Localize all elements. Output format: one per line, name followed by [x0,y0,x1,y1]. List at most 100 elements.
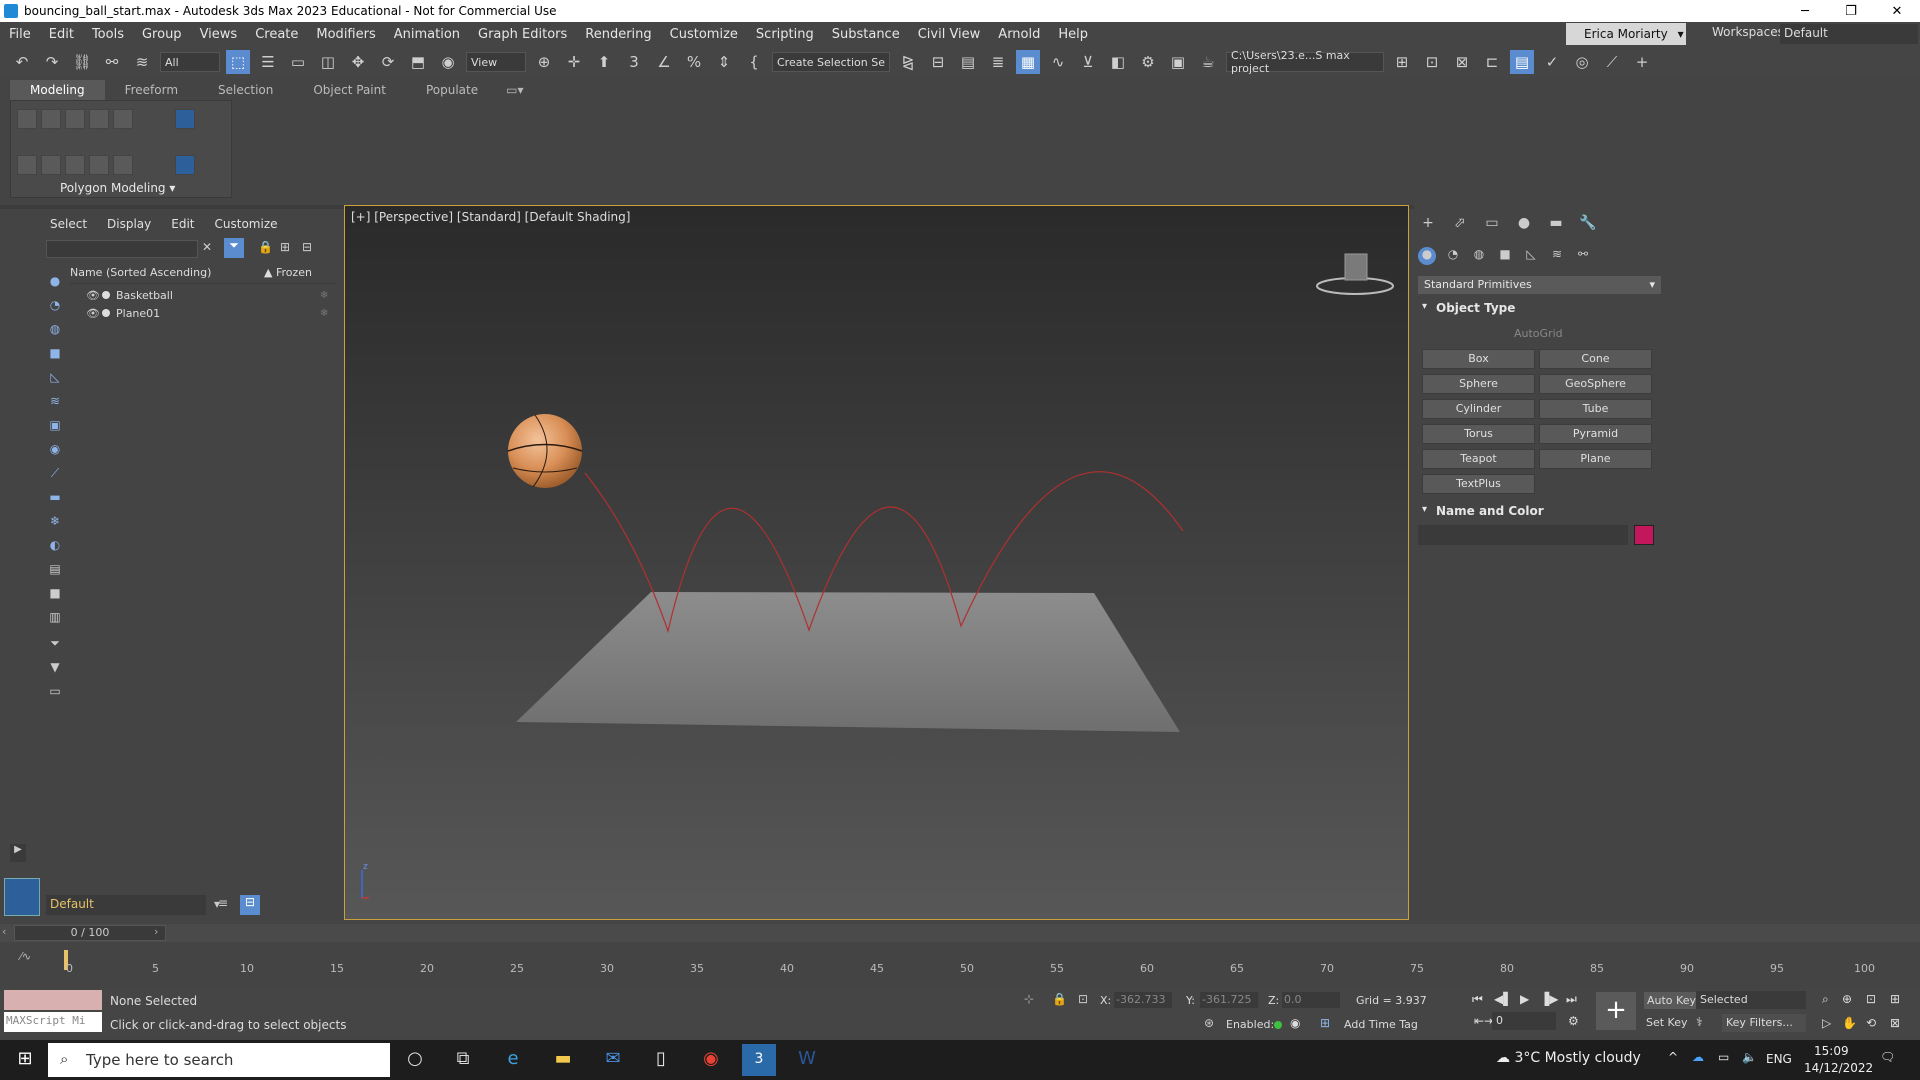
geometry-icon[interactable]: ● [1418,247,1436,265]
menu-scripting[interactable]: Scripting [747,27,823,42]
window-crossing-icon[interactable]: ◫ [316,50,340,74]
time-tag-icon[interactable]: ⊞ [1320,1016,1330,1030]
x-coordinate-field[interactable]: -362.733 [1114,992,1172,1008]
volume-icon[interactable]: 🔈 [1742,1050,1757,1064]
schematic-view-icon[interactable]: ⊻ [1076,50,1100,74]
wand-icon[interactable]: ⟋ [1600,50,1624,74]
select-object-icon[interactable]: ⬚ [226,50,250,74]
teapot-button[interactable]: Teapot [1422,449,1535,469]
select-manipulate-icon[interactable]: ✛ [562,50,586,74]
mini-curve-editor-icon[interactable]: ⁄∿ [20,950,31,963]
ribbon-tool-icon[interactable] [89,155,109,175]
close-icon[interactable]: ✕ [1874,4,1920,19]
rendered-frame-icon[interactable]: ▣ [1166,50,1190,74]
maxscript-listener[interactable] [4,990,102,1010]
viewport-scene[interactable]: z [345,206,1408,919]
chrome-icon[interactable]: ◉ [698,1048,724,1072]
edit-named-selection-icon[interactable]: { [742,50,766,74]
autogrid-checkbox[interactable]: AutoGrid [1514,327,1563,340]
cone-button[interactable]: Cone [1539,349,1652,369]
torus-button[interactable]: Torus [1422,424,1535,444]
lock-icon[interactable]: 🔒 [258,240,273,254]
word-icon[interactable]: W [794,1048,820,1072]
time-slider-thumb[interactable]: 0 / 100 [14,925,166,941]
eye-icon[interactable]: 👁 [86,307,100,320]
polygon-modeling-dropdown[interactable]: Polygon Modeling ▾ [60,181,175,195]
named-selection-dropdown[interactable]: Create Selection Se [772,52,890,72]
modify-tab-icon[interactable]: ⬀ [1450,215,1470,233]
cameras-icon[interactable]: ■ [1496,247,1514,265]
render-icon[interactable]: ☕ [1196,50,1220,74]
project-save-icon[interactable]: ⊡ [1420,50,1444,74]
scale-icon[interactable]: ⬒ [406,50,430,74]
render-dot-icon[interactable] [102,309,110,317]
ground-plane[interactable] [516,592,1180,732]
ribbon-tool-icon[interactable] [65,109,85,129]
angle-snap-icon[interactable]: ∠ [652,50,676,74]
primitive-category-dropdown[interactable]: Standard Primitives ▾ [1418,276,1661,294]
clock-time[interactable]: 15:09 [1814,1044,1849,1058]
scene-search-input[interactable] [46,240,198,258]
layer-dropdown[interactable]: Default [46,895,206,915]
se-menu-select[interactable]: Select [40,214,97,236]
tab-object-paint[interactable]: Object Paint [293,80,406,100]
menu-substance[interactable]: Substance [823,27,909,42]
project-open-icon[interactable]: ⊞ [1390,50,1414,74]
object-type-rollout[interactable]: Object Type [1418,301,1661,321]
filter-active-icon[interactable]: ⏷ [224,238,244,258]
plane-button[interactable]: Plane [1539,449,1652,469]
shapes-icon[interactable]: ◔ [1444,247,1462,265]
set-key-button[interactable]: Set Key [1646,1016,1688,1029]
spacewarps-icon[interactable]: ≋ [1548,247,1566,265]
selection-filter-dropdown[interactable]: All [160,52,220,72]
se-menu-customize[interactable]: Customize [205,214,288,236]
next-frame-icon[interactable]: › [154,925,158,938]
zoom-icon[interactable]: ⌕ [1822,992,1829,1007]
ribbon-tool-icon[interactable] [65,155,85,175]
ribbon-tool-icon[interactable] [113,109,133,129]
key-filters-button[interactable]: Key Filters... [1722,1014,1806,1032]
textplus-button[interactable]: TextPlus [1422,474,1535,494]
ribbon-toggle-icon[interactable]: ▦ [1016,50,1040,74]
utilities-tab-icon[interactable]: 🔧 [1578,215,1598,233]
ribbon-tool-icon[interactable] [41,155,61,175]
file-explorer-icon[interactable]: ▬ [550,1048,576,1072]
taskbar-search-input[interactable]: ⌕ Type here to search [48,1043,390,1077]
language-indicator[interactable]: ENG [1766,1052,1792,1066]
menu-views[interactable]: Views [191,27,247,42]
layer-icon[interactable]: ⊟ [302,240,312,254]
restore-icon[interactable]: ❐ [1828,4,1874,19]
menu-tools[interactable]: Tools [83,27,133,42]
viewcube-icon[interactable] [1315,246,1395,296]
motion-tab-icon[interactable]: ● [1514,215,1534,233]
render-dot-icon[interactable] [102,291,110,299]
object-name-input[interactable] [1418,525,1628,545]
auto-key-button[interactable]: Auto Key [1644,992,1699,1009]
stack-icon[interactable]: ≡ [218,896,228,910]
menu-modifiers[interactable]: Modifiers [307,27,384,42]
pyramid-button[interactable]: Pyramid [1539,424,1652,444]
tray-chevron-icon[interactable]: ^ [1668,1050,1678,1064]
menu-file[interactable]: File [0,27,40,42]
snowflake-icon[interactable]: ❄ [320,290,328,301]
selection-lock-icon[interactable]: 🔒 [1052,992,1067,1006]
layer-explorer-icon[interactable]: ≣ [986,50,1010,74]
windows-start-icon[interactable]: ⊞ [12,1048,38,1072]
material-editor-icon[interactable]: ◧ [1106,50,1130,74]
save-icon[interactable]: ▤ [1510,50,1534,74]
key-selection-dropdown[interactable]: Selected [1696,991,1806,1009]
align-icon[interactable]: ⊟ [926,50,950,74]
cylinder-button[interactable]: Cylinder [1422,399,1535,419]
tab-modeling[interactable]: Modeling [10,80,105,100]
edge-icon[interactable]: e [500,1048,526,1072]
workspace-select[interactable]: Default [1780,24,1918,44]
onedrive-icon[interactable]: ☁ [1692,1050,1704,1064]
scene-explorer-icon[interactable]: ▤ [956,50,980,74]
tab-populate[interactable]: Populate [406,80,498,100]
lights-icon[interactable]: ◍ [1470,247,1488,265]
adaptive-degradation-icon[interactable]: ⊛ [1204,1016,1214,1030]
time-slider[interactable]: ‹ 0 / 100 › [0,924,1920,942]
scene-row-plane01[interactable]: 👁 Plane01 ❄ [70,304,336,322]
menu-civil-view[interactable]: Civil View [909,27,990,42]
sphere-button[interactable]: Sphere [1422,374,1535,394]
